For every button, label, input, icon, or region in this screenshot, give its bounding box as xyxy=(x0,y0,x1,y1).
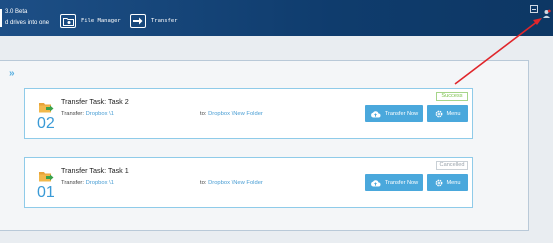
task-card: 02 Transfer Task: Task 2 Transfer: Dropb… xyxy=(24,88,473,139)
source-label: Transfer: xyxy=(61,111,84,117)
brand-mark xyxy=(0,9,2,27)
user-icon[interactable] xyxy=(542,5,551,18)
source-path[interactable]: Dropbox \1 xyxy=(86,111,114,117)
task-number: 02 xyxy=(37,115,55,132)
transfer-label: Transfer xyxy=(151,18,178,24)
source-path[interactable]: Dropbox \1 xyxy=(86,180,114,186)
menu-label: Menu xyxy=(446,179,461,186)
status-badge: Cancelled xyxy=(436,161,468,170)
transfer-now-button[interactable]: Transfer Now xyxy=(365,174,423,191)
expand-chevron-icon[interactable]: » xyxy=(9,69,15,79)
status-badge: Success xyxy=(436,92,468,101)
task-title: Transfer Task: Task 2 xyxy=(61,97,129,106)
task-title: Transfer Task: Task 1 xyxy=(61,166,129,175)
destination-path[interactable]: Dropbox \New Folder xyxy=(208,180,263,186)
app-version: 3.0 Beta xyxy=(5,9,28,15)
task-source: Transfer: Dropbox \1 xyxy=(61,180,114,186)
destination-label: to: xyxy=(200,180,207,186)
folder-gear-icon xyxy=(60,14,76,28)
file-manager-label: File Manager xyxy=(81,18,121,24)
menu-label: Menu xyxy=(446,110,461,117)
task-destination: to: Dropbox \New Folder xyxy=(200,111,263,117)
destination-path[interactable]: Dropbox \New Folder xyxy=(208,111,263,117)
task-number: 01 xyxy=(37,184,55,201)
app-tagline: d drives into one xyxy=(5,20,50,26)
transfer-now-button[interactable]: Transfer Now xyxy=(365,105,423,122)
transfer-now-label: Transfer Now xyxy=(384,110,419,117)
file-manager-button[interactable]: File Manager xyxy=(60,12,121,30)
menu-button[interactable]: Menu xyxy=(427,105,468,122)
minimize-icon[interactable] xyxy=(530,5,538,13)
transfer-now-label: Transfer Now xyxy=(384,179,419,186)
task-source: Transfer: Dropbox \1 xyxy=(61,111,114,117)
folder-transfer-icon xyxy=(39,100,54,113)
source-label: Transfer: xyxy=(61,180,84,186)
arrow-right-icon xyxy=(130,14,146,28)
gear-icon xyxy=(435,179,443,187)
top-bar: 3.0 Beta d drives into one File Manager … xyxy=(0,0,553,36)
task-destination: to: Dropbox \New Folder xyxy=(200,180,263,186)
menu-button[interactable]: Menu xyxy=(427,174,468,191)
transfer-button[interactable]: Transfer xyxy=(130,12,178,30)
folder-transfer-icon xyxy=(39,169,54,182)
cloud-upload-icon xyxy=(370,179,381,187)
task-card: 01 Transfer Task: Task 1 Transfer: Dropb… xyxy=(24,157,473,208)
cloud-upload-icon xyxy=(370,110,381,118)
destination-label: to: xyxy=(200,111,207,117)
gear-icon xyxy=(435,110,443,118)
